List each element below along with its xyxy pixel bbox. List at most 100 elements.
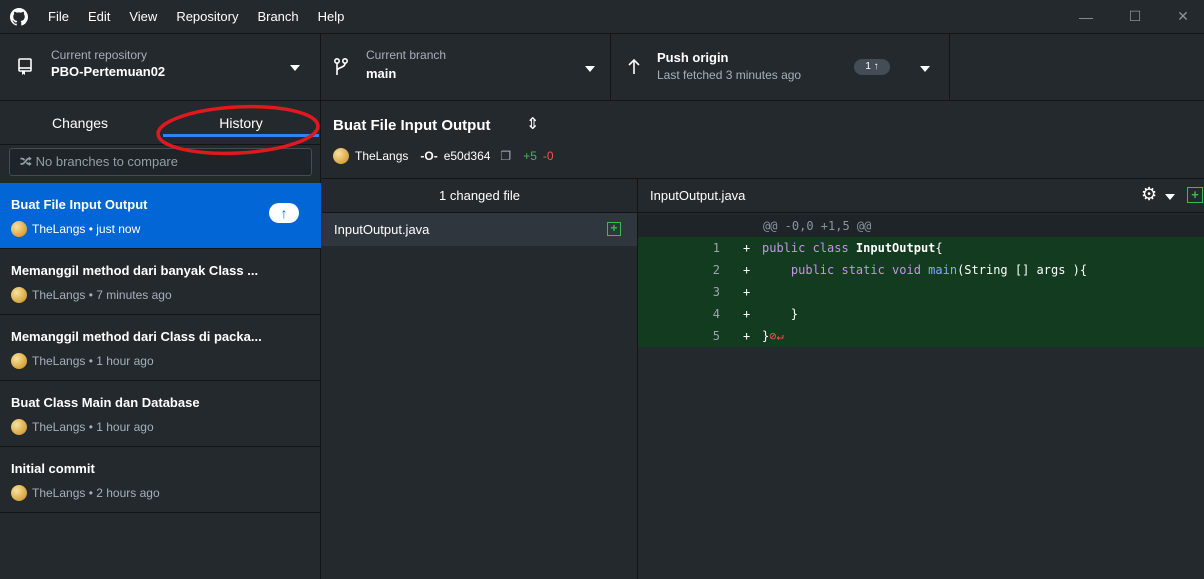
commit-title: Memanggil method dari Class di packa... [11, 329, 262, 344]
commit-author-time: TheLangs • 1 hour ago [32, 420, 154, 434]
commit-list-item[interactable]: Buat File Input Output TheLangs • just n… [0, 183, 321, 249]
close-icon: ✕ [1177, 8, 1189, 24]
avatar [11, 419, 27, 435]
commit-sha-icon: -O- [420, 149, 438, 163]
avatar [11, 287, 27, 303]
branch-icon [334, 58, 348, 75]
code-identifier: main [928, 263, 958, 277]
branch-name: main [366, 66, 397, 81]
diff-line[interactable]: 4 + } [638, 303, 1204, 325]
title-bar: File Edit View Repository Branch Help — … [0, 0, 1204, 33]
current-repository-button[interactable]: Current repository PBO-Pertemuan02 [0, 34, 321, 100]
compare-branch-input[interactable]: 🔀︎ No branches to compare [9, 148, 312, 176]
commit-list-item[interactable]: Initial commit TheLangs • 2 hours ago [0, 447, 321, 513]
code-identifier: InputOutput [855, 241, 936, 255]
ahead-count-badge: 1 ↑ [854, 59, 890, 75]
hunk-text: @@ -0,0 +1,5 @@ [763, 219, 872, 233]
commit-meta: TheLangs • just now [11, 221, 140, 237]
chevron-down-icon [585, 66, 595, 72]
chevron-down-icon [290, 65, 300, 71]
diff-line[interactable]: 1 + public class InputOutput{ [638, 237, 1204, 259]
line-number: 2 [712, 263, 720, 277]
tab-bar: Changes History [0, 101, 320, 145]
add-sign: + [743, 285, 751, 299]
commit-list-item[interactable]: Memanggil method dari Class di packa... … [0, 315, 321, 381]
diff-panel: InputOutput.java ⚙ + @@ -0,0 +1,5 @@ 1 +… [638, 179, 1204, 579]
commit-meta: TheLangs • 1 hour ago [11, 353, 154, 369]
commit-meta: TheLangs • 2 hours ago [11, 485, 160, 501]
file-list-item[interactable]: InputOutput.java + [322, 213, 637, 246]
code-text: public static void main(String [] args )… [762, 259, 1087, 281]
last-fetched-text: Last fetched 3 minutes ago [657, 68, 802, 82]
commit-author-time: TheLangs • 7 minutes ago [32, 288, 172, 302]
commit-sha: e50d364 [443, 149, 491, 163]
menu-edit[interactable]: Edit [88, 0, 110, 33]
menu-file[interactable]: File [48, 0, 69, 33]
additions-count: +5 [523, 149, 537, 163]
tab-selected-indicator [163, 134, 319, 137]
code-text: public class InputOutput{ [762, 237, 943, 259]
commit-summary-header: Buat File Input Output ⇕ TheLangs -O- e5… [322, 101, 1204, 179]
tab-changes[interactable]: Changes [0, 101, 160, 145]
diff-line[interactable]: 5 + }⊘↵ [638, 325, 1204, 347]
compare-placeholder: No branches to compare [35, 154, 178, 169]
diff-hunk-header: @@ -0,0 +1,5 @@ [638, 215, 1204, 237]
commit-list-item[interactable]: Buat Class Main dan Database TheLangs • … [0, 381, 321, 447]
commit-author-time: TheLangs • 2 hours ago [32, 486, 160, 500]
avatar [11, 353, 27, 369]
commit-detail-title: Buat File Input Output [333, 117, 491, 134]
commit-detail-meta: TheLangs -O- e50d364 ❐ +5 -0 [333, 148, 554, 164]
commit-list-item[interactable]: Memanggil method dari banyak Class ... T… [0, 249, 321, 315]
expand-icon[interactable]: ⇕ [526, 114, 539, 134]
commit-author-time: TheLangs • just now [32, 222, 141, 236]
changed-files-panel: 1 changed file InputOutput.java + [322, 179, 638, 579]
avatar [11, 221, 27, 237]
minimize-button[interactable]: — [1063, 0, 1109, 33]
line-number: 4 [712, 307, 720, 321]
commit-title: Buat File Input Output [11, 197, 148, 212]
file-added-icon: + [607, 222, 621, 236]
repository-icon [18, 58, 32, 75]
commit-meta: TheLangs • 7 minutes ago [11, 287, 172, 303]
push-origin-title: Push origin [657, 50, 729, 65]
unpushed-arrow-up-icon: ↑ [269, 203, 299, 223]
menu-branch[interactable]: Branch [257, 0, 298, 33]
code-punct: { [935, 241, 943, 255]
line-number: 5 [712, 329, 720, 343]
line-number: 1 [712, 241, 720, 255]
maximize-button[interactable]: ☐ [1112, 0, 1158, 33]
repository-name: PBO-Pertemuan02 [51, 64, 166, 79]
minimize-icon: — [1079, 8, 1093, 25]
menu-repository[interactable]: Repository [176, 0, 238, 33]
copy-icon[interactable]: ❐ [500, 149, 511, 163]
file-added-icon: + [1187, 187, 1203, 203]
commit-title: Buat Class Main dan Database [11, 395, 200, 410]
toolbar: Current repository PBO-Pertemuan02 Curre… [0, 33, 1204, 101]
maximize-icon: ☐ [1128, 8, 1142, 24]
gear-icon[interactable]: ⚙ [1141, 184, 1157, 205]
line-number: 3 [712, 285, 720, 299]
branch-icon: 🔀︎ [20, 155, 33, 169]
file-name: InputOutput.java [334, 222, 430, 237]
push-origin-button[interactable]: Push origin Last fetched 3 minutes ago 1… [611, 34, 950, 100]
code-text: }⊘↵ [762, 325, 784, 347]
menu-help[interactable]: Help [318, 0, 345, 33]
commit-meta: TheLangs • 1 hour ago [11, 419, 154, 435]
diff-header: InputOutput.java ⚙ + [638, 179, 1204, 213]
diff-filename: InputOutput.java [650, 188, 746, 203]
current-branch-button[interactable]: Current branch main [321, 34, 611, 100]
diff-line[interactable]: 2 + public static void main(String [] ar… [638, 259, 1204, 281]
diff-line[interactable]: 3 + [638, 281, 1204, 303]
code-keyword: public static void [762, 263, 929, 277]
chevron-down-icon[interactable] [1165, 194, 1175, 200]
deletions-count: -0 [542, 149, 554, 163]
code-punct: (String [] args ){ [957, 263, 1088, 277]
arrow-up-icon [628, 59, 640, 74]
branch-label: Current branch [366, 48, 447, 62]
chevron-down-icon[interactable] [920, 66, 930, 72]
close-button[interactable]: ✕ [1160, 0, 1204, 33]
menu-view[interactable]: View [129, 0, 157, 33]
tab-history[interactable]: History [161, 101, 321, 145]
changed-files-count: 1 changed file [322, 179, 637, 213]
sidebar: Changes History 🔀︎ No branches to compar… [0, 101, 321, 579]
